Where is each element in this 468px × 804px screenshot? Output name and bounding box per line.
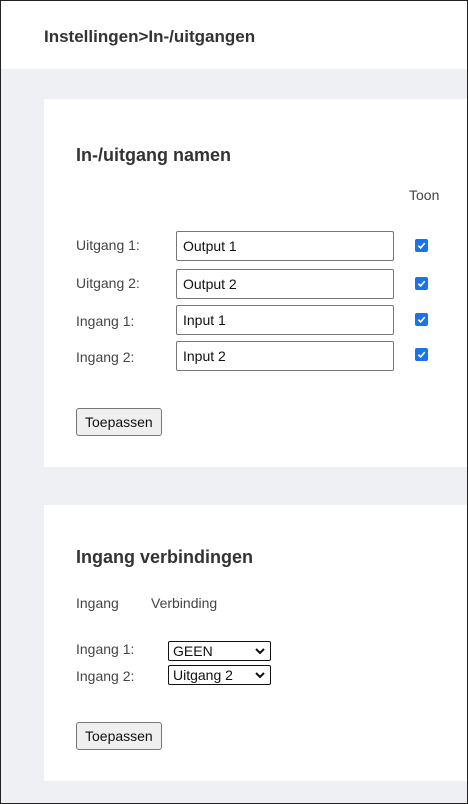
input-2-connection-label: Ingang 2: [76,668,135,684]
show-column-header: Toon [409,187,440,203]
input-2-name-input[interactable] [176,341,394,371]
input-1-name-input[interactable] [176,305,394,335]
input-connections-title: Ingang verbindingen [76,547,254,567]
output-2-name-input[interactable] [176,269,394,299]
output-1-show-checkbox[interactable] [415,239,428,252]
chevron-down-icon [255,672,265,679]
chevron-down-icon [255,648,265,655]
io-names-title: In-/uitgang namen [76,145,231,165]
output-1-label: Uitgang 1: [76,237,140,253]
checkmark-icon [417,351,426,359]
app-frame: Instellingen>In-/uitgangen In-/uitgang n… [0,0,468,804]
apply-connections-button[interactable]: Toepassen [76,722,162,750]
input-1-connection-value: GEEN [173,643,213,659]
connection-column-header: Verbinding [151,595,218,611]
input-connections-card: Ingang verbindingen Ingang Verbinding In… [44,505,467,781]
input-2-connection-select[interactable]: Uitgang 2 [168,665,271,685]
input-1-label: Ingang 1: [76,313,135,329]
io-names-card: In-/uitgang namen Toon Uitgang 1: Uitgan… [44,99,467,467]
input-1-connection-select[interactable]: GEEN [168,641,271,661]
input-column-header: Ingang [76,595,119,611]
breadcrumb: Instellingen>In-/uitgangen [44,27,256,46]
output-2-label: Uitgang 2: [76,275,140,291]
checkmark-icon [417,242,426,250]
input-2-label: Ingang 2: [76,349,135,365]
checkmark-icon [417,316,426,324]
top-bar: Instellingen>In-/uitgangen [1,1,467,69]
input-2-show-checkbox[interactable] [415,348,428,361]
checkmark-icon [417,280,426,288]
output-1-name-input[interactable] [176,231,394,261]
output-2-show-checkbox[interactable] [415,277,428,290]
apply-names-button[interactable]: Toepassen [76,408,162,436]
input-2-connection-value: Uitgang 2 [173,667,233,683]
input-1-connection-label: Ingang 1: [76,641,135,657]
input-1-show-checkbox[interactable] [415,313,428,326]
